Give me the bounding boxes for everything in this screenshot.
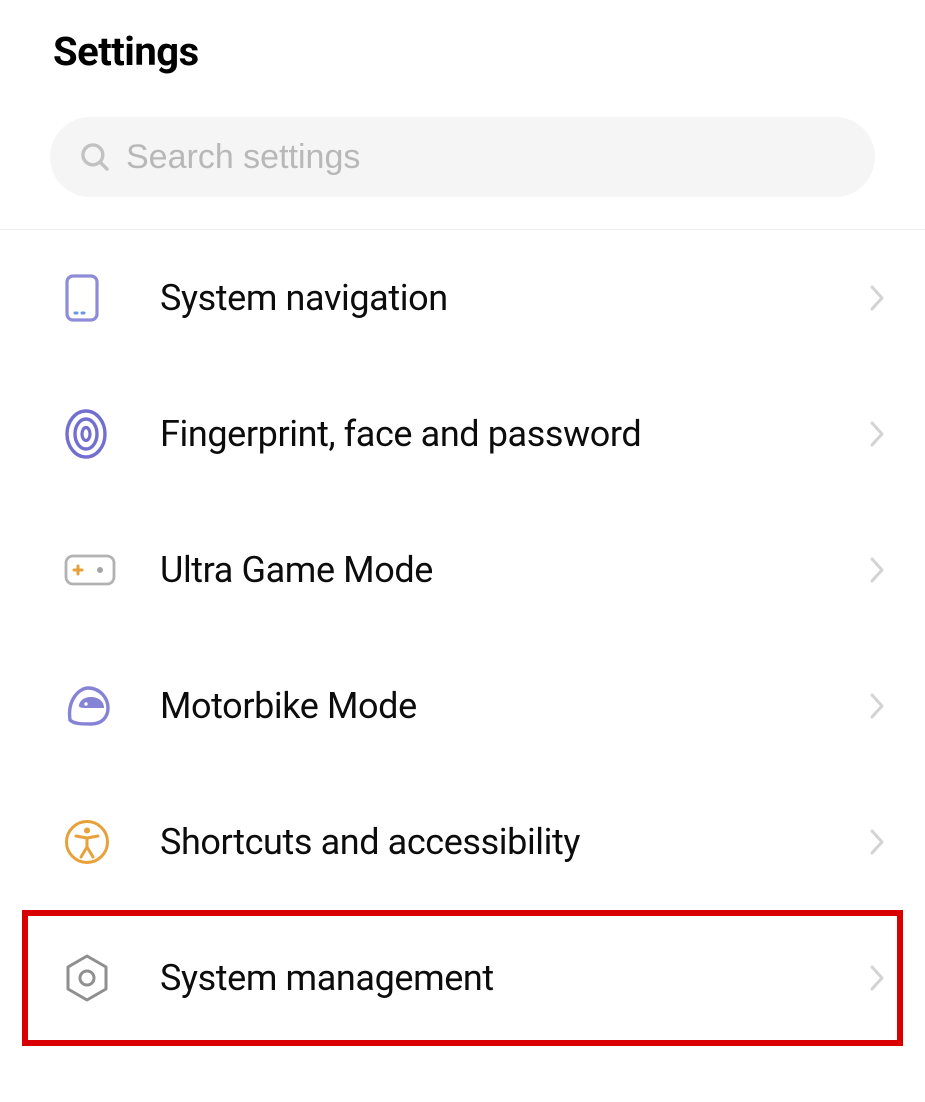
page-title: Settings: [0, 0, 925, 75]
fingerprint-icon: [64, 408, 124, 460]
chevron-right-icon: [857, 555, 897, 585]
item-fingerprint-face-password[interactable]: Fingerprint, face and password: [0, 366, 925, 502]
item-label: Shortcuts and accessibility: [160, 821, 857, 863]
item-label: Ultra Game Mode: [160, 549, 857, 591]
item-label: Fingerprint, face and password: [160, 413, 857, 455]
settings-page: Settings System navigation: [0, 0, 925, 1102]
phone-nav-icon: [64, 274, 124, 322]
chevron-right-icon: [857, 963, 897, 993]
accessibility-icon: [64, 819, 124, 865]
search-container: [0, 75, 925, 197]
settings-list: System navigation Fingerprint, face and …: [0, 230, 925, 1046]
helmet-icon: [64, 684, 124, 728]
item-shortcuts-accessibility[interactable]: Shortcuts and accessibility: [0, 774, 925, 910]
item-ultra-game-mode[interactable]: Ultra Game Mode: [0, 502, 925, 638]
chevron-right-icon: [857, 827, 897, 857]
item-system-management[interactable]: System management: [22, 910, 903, 1046]
search-bar[interactable]: [50, 117, 875, 197]
chevron-right-icon: [857, 419, 897, 449]
gear-hex-icon: [64, 953, 124, 1003]
item-system-navigation[interactable]: System navigation: [0, 230, 925, 366]
gamepad-icon: [64, 552, 124, 588]
search-icon: [78, 140, 112, 174]
search-input[interactable]: [126, 138, 847, 177]
item-motorbike-mode[interactable]: Motorbike Mode: [0, 638, 925, 774]
item-label: System management: [160, 957, 857, 999]
item-label: System navigation: [160, 277, 857, 319]
item-label: Motorbike Mode: [160, 685, 857, 727]
chevron-right-icon: [857, 283, 897, 313]
chevron-right-icon: [857, 691, 897, 721]
